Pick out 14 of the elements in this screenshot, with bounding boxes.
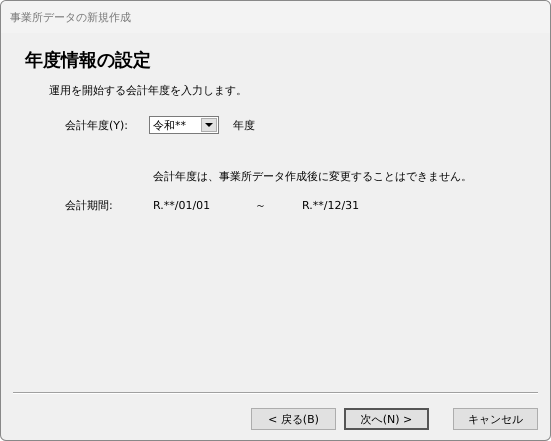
instruction-text: 運用を開始する会計年度を入力します。 (49, 83, 248, 98)
fiscal-year-suffix: 年度 (233, 118, 255, 132)
wizard-button[interactable]: 次へ(N) > (344, 408, 429, 430)
fiscal-year-label: 会計年度(Y): (65, 118, 130, 132)
period-label: 会計期間: (65, 198, 114, 213)
window-title: 事業所データの新規作成 (10, 10, 131, 24)
cancel-button[interactable]: キャンセル (453, 408, 538, 430)
period-separator: ～ (255, 198, 267, 213)
page-heading: 年度情報の設定 (25, 49, 152, 72)
period-end: R.**/12/31 (302, 199, 360, 212)
period-start: R.**/01/01 (153, 199, 212, 212)
wizard-button[interactable]: < 戻る(B) (251, 408, 336, 430)
fiscal-year-dropdown[interactable]: 令和** (149, 116, 219, 134)
note-text: 会計年度は、事業所データ作成後に変更することはできません。 (153, 169, 473, 184)
